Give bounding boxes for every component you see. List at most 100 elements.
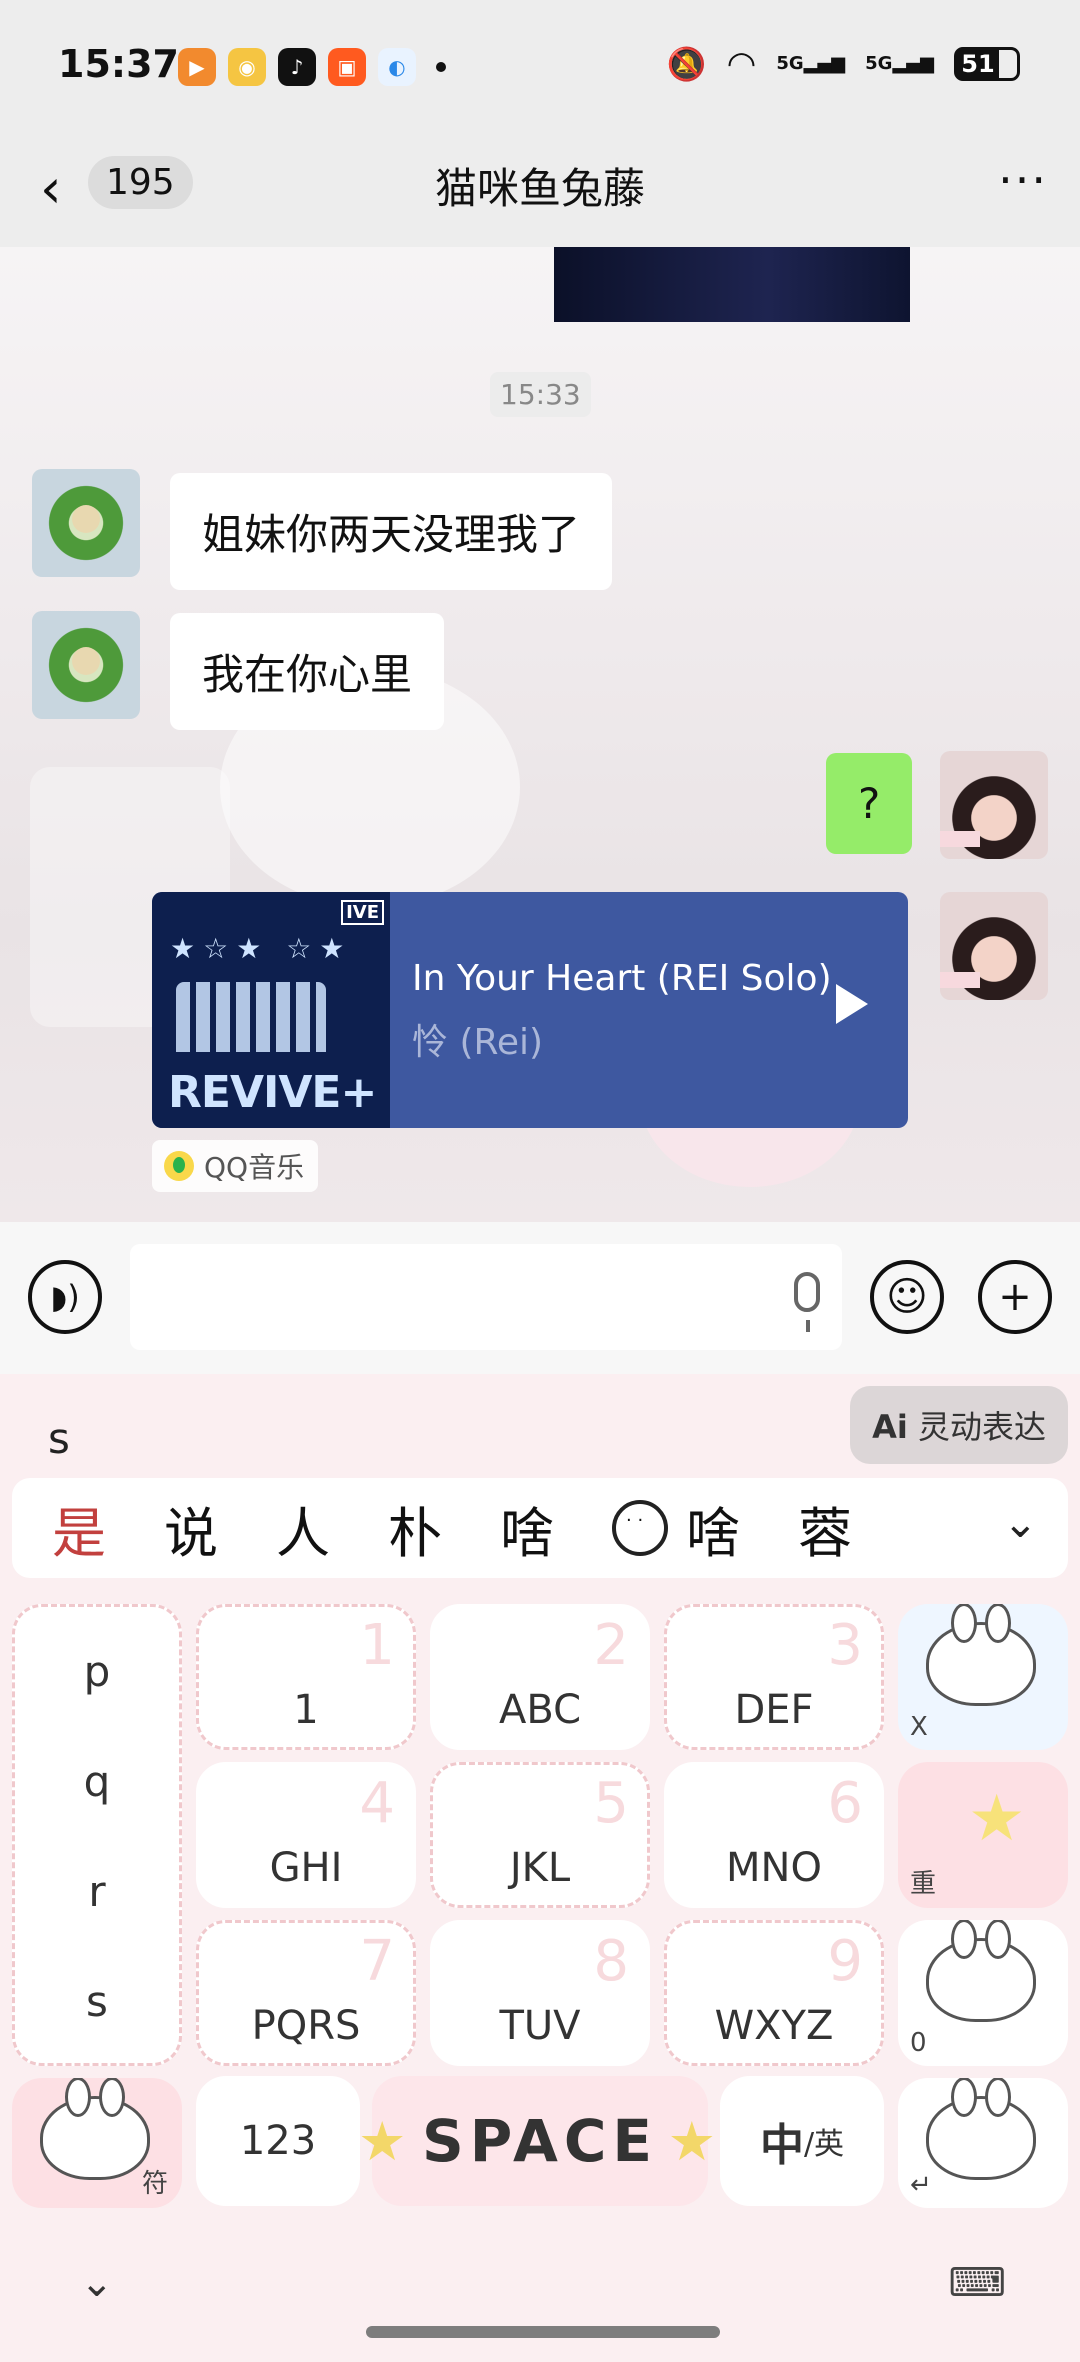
reinput-label: 重: [910, 1869, 937, 1899]
key-4[interactable]: 4 GHI: [196, 1762, 416, 1908]
tiktok-icon: ♪: [278, 48, 316, 86]
candidate[interactable]: 朴: [388, 1489, 442, 1568]
status-time: 15:37: [58, 42, 179, 86]
chevron-down-icon[interactable]: ⌄: [1003, 1498, 1038, 1547]
key-label: TUV: [499, 2003, 581, 2049]
lang-sub-label: /英: [803, 2127, 845, 2162]
ai-expression-button[interactable]: Ai 灵动表达: [850, 1386, 1068, 1464]
space-key[interactable]: ★ SPACE ★: [358, 2076, 716, 2206]
emoji-button[interactable]: ☺: [870, 1260, 944, 1334]
filter-letter[interactable]: r: [15, 1867, 179, 1916]
previous-image-message[interactable]: [554, 247, 910, 322]
candidate-bar: 是 说 人 朴 啥 啥 蓉 ⌄: [12, 1478, 1068, 1578]
battery-icon: 51: [954, 47, 1020, 81]
key-number: 8: [593, 1929, 629, 1994]
number-key-label: 123: [239, 2118, 317, 2164]
candidate[interactable]: 蓉: [798, 1489, 852, 1568]
voice-mode-button[interactable]: ◗): [28, 1260, 102, 1334]
song-title: In Your Heart (REI Solo): [412, 958, 832, 999]
kuaishou-icon: ▣: [328, 48, 366, 86]
browser-icon: ◐: [378, 48, 416, 86]
key-2[interactable]: 2 ABC: [430, 1604, 650, 1750]
music-share-card[interactable]: IVE ★☆★ ☆★ REVIVE+ In Your Heart (REI So…: [152, 892, 908, 1128]
video-app-icon: ▶: [178, 48, 216, 86]
cover-badge: IVE: [341, 900, 384, 925]
key-9[interactable]: 9 WXYZ: [664, 1920, 884, 2066]
delete-key[interactable]: X: [898, 1604, 1068, 1750]
keyboard-bottom-row: ⌄ ⌨: [0, 2240, 1080, 2362]
hide-keyboard-icon[interactable]: ⌄: [80, 2260, 114, 2306]
signal-icon-2: 5G▂▄▆: [865, 53, 934, 74]
candidate[interactable]: 是: [52, 1489, 106, 1568]
language-switch-key[interactable]: 中 /英: [720, 2076, 884, 2206]
key-3[interactable]: 3 DEF: [664, 1604, 884, 1750]
candidate[interactable]: 啥: [686, 1489, 740, 1568]
key-label: MNO: [726, 1845, 822, 1891]
key-1[interactable]: 1 1: [196, 1604, 416, 1750]
plus-button[interactable]: +: [978, 1260, 1052, 1334]
key-label: GHI: [269, 1845, 343, 1891]
enter-key[interactable]: ↵: [898, 2078, 1068, 2208]
ai-label: 灵动表达: [917, 1408, 1046, 1446]
mute-icon: 🔕: [666, 45, 707, 83]
bunny-icon: [926, 2078, 1036, 2180]
key-number: 2: [593, 1613, 629, 1678]
music-source-tag[interactable]: QQ音乐: [152, 1140, 319, 1192]
cover-figures: [176, 982, 326, 1052]
key-number: 4: [359, 1771, 395, 1836]
key-number: 9: [827, 1929, 863, 1994]
candidate[interactable]: 说: [164, 1489, 218, 1568]
pinyin-filter-column: p q r s: [12, 1604, 182, 2066]
candidate[interactable]: 人: [276, 1489, 330, 1568]
filter-letter[interactable]: s: [15, 1977, 179, 2026]
voice-icon: ◗): [50, 1278, 80, 1316]
key-label: PQRS: [251, 2003, 361, 2049]
system-icons: 🔕 ◠ 5G▂▄▆ 5G▂▄▆ 51: [667, 44, 1020, 84]
cover-stars: ★☆★ ☆★: [170, 932, 353, 965]
reinput-key[interactable]: ★ 重: [898, 1762, 1068, 1908]
chat-title: 猫咪鱼兔藤: [434, 164, 645, 213]
emoji-candidate-icon[interactable]: [612, 1500, 668, 1556]
music-info: In Your Heart (REI Solo) 怜 (Rei): [390, 892, 908, 1128]
album-cover: IVE ★☆★ ☆★ REVIVE+: [152, 892, 390, 1128]
my-message-bubble[interactable]: ?: [826, 753, 913, 854]
star-icon: ★: [667, 2110, 722, 2173]
more-options-icon[interactable]: ···: [998, 153, 1048, 207]
filter-letter[interactable]: q: [15, 1757, 179, 1806]
more-notifications-icon: [436, 62, 446, 72]
my-avatar[interactable]: [940, 751, 1048, 859]
ime-keyboard: s Ai 灵动表达 是 说 人 朴 啥 啥 蓉 ⌄ p q r s 1 1 2 …: [0, 1374, 1080, 2362]
keyboard-switch-icon[interactable]: ⌨: [948, 2260, 1006, 2306]
zero-key[interactable]: 0: [898, 1920, 1068, 2066]
plus-icon: +: [998, 1274, 1032, 1320]
filter-letter[interactable]: p: [15, 1647, 179, 1696]
key-8[interactable]: 8 TUV: [430, 1920, 650, 2066]
message-bubble[interactable]: 姐妹你两天没理我了: [170, 473, 613, 590]
chat-area[interactable]: 15:33 姐妹你两天没理我了 我在你心里 ? IVE ★☆★ ☆★ REVIV…: [0, 247, 1080, 1222]
message-input[interactable]: [130, 1244, 842, 1350]
microphone-icon[interactable]: [794, 1272, 820, 1332]
key-7[interactable]: 7 PQRS: [196, 1920, 416, 2066]
number-key[interactable]: 123: [196, 2076, 360, 2206]
key-number: 3: [827, 1613, 863, 1678]
key-label: DEF: [734, 1687, 814, 1733]
key-6[interactable]: 6 MNO: [664, 1762, 884, 1908]
key-number: 1: [359, 1613, 395, 1678]
weibo-icon: ◉: [228, 48, 266, 86]
message-timestamp: 15:33: [490, 372, 591, 417]
chat-header: ‹ 195 猫咪鱼兔藤 ···: [0, 135, 1080, 247]
candidate[interactable]: 啥: [500, 1489, 554, 1568]
message-bubble[interactable]: 我在你心里: [170, 613, 445, 730]
home-indicator[interactable]: [366, 2326, 720, 2338]
play-icon[interactable]: [836, 984, 868, 1024]
signal-icon: 5G▂▄▆: [776, 53, 846, 74]
my-avatar[interactable]: [940, 892, 1048, 1000]
symbol-key[interactable]: 符: [12, 2078, 182, 2208]
ai-prefix: Ai: [872, 1408, 908, 1446]
emoji-icon: ☺: [886, 1274, 928, 1320]
key-5[interactable]: 5 JKL: [430, 1762, 650, 1908]
key-label: JKL: [509, 1845, 571, 1891]
contact-avatar[interactable]: [32, 611, 140, 719]
contact-avatar[interactable]: [32, 469, 140, 577]
star-icon: ★: [358, 2110, 413, 2173]
